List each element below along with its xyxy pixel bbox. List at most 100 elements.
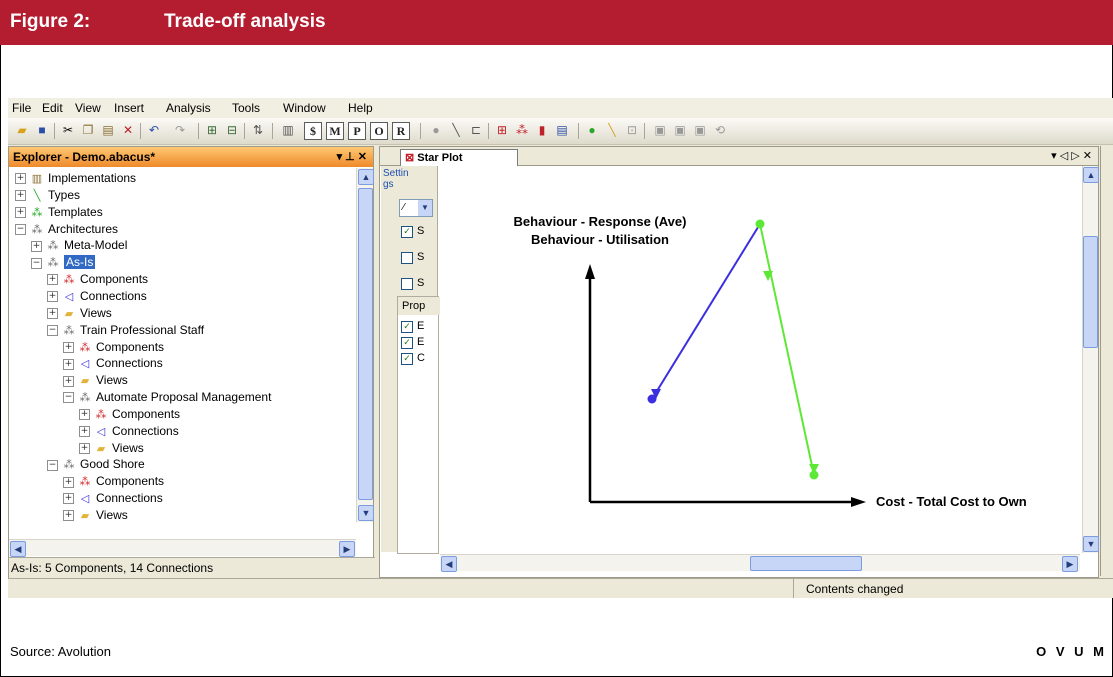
sort-icon[interactable]: ⇅ [250,122,266,138]
bar-chart-icon[interactable]: ▮ [534,122,550,138]
tree-item[interactable]: − ⁂ Train Professional Staff [47,322,204,339]
tree-item[interactable]: + ▰ Views [63,372,128,389]
expand-icon[interactable]: + [79,409,90,421]
menu-view[interactable]: View [75,101,101,115]
tree-item[interactable]: + ▰ Views [47,305,112,322]
scroll-up-icon[interactable]: ▲ [1083,167,1099,183]
property-icon[interactable]: ⊏ [468,122,484,138]
letter-button-r[interactable]: R [392,122,410,140]
tree-item[interactable]: + ◁ Connections [63,490,163,507]
menu-help[interactable]: Help [348,101,373,115]
expand-icon[interactable]: + [63,341,74,353]
redo-icon[interactable]: ↷ [172,122,188,138]
expand-icon[interactable]: + [63,375,74,387]
delete-icon[interactable]: ✕ [120,122,136,138]
menu-file[interactable]: File [12,101,31,115]
scroll-up-icon[interactable]: ▲ [358,169,374,185]
copy-icon[interactable]: ❐ [80,122,96,138]
line-tool-icon[interactable]: ╲ [448,122,464,138]
cut-icon[interactable]: ✂ [60,122,76,138]
graph-icon[interactable]: ⁂ [514,122,530,138]
plot-horizontal-scrollbar[interactable]: ◀ ▶ [440,554,1080,572]
report-icon[interactable]: ▥ [280,122,296,138]
scroll-thumb[interactable] [358,188,373,500]
document-window-controls[interactable]: ▾ ◁ ▷ ✕ [1051,149,1092,162]
tree-item[interactable]: + ╲ Types [15,187,80,204]
scroll-left-icon[interactable]: ◀ [10,541,26,557]
tab-star-plot[interactable]: ⊠ Star Plot [400,149,518,166]
series-checkbox[interactable]: ✓ [401,226,413,238]
tree-item[interactable]: − ⁂ Automate Proposal Management [63,389,271,406]
expand-icon[interactable]: + [31,240,42,252]
open-icon[interactable]: ▰ [14,122,30,138]
scroll-down-icon[interactable]: ▼ [1083,536,1099,552]
menu-tools[interactable]: Tools [232,101,260,115]
menu-window[interactable]: Window [283,101,326,115]
tool-c-icon[interactable]: ▣ [692,122,708,138]
layout-icon[interactable]: ⊞ [204,122,220,138]
collapse-icon[interactable]: − [31,257,42,269]
expand-icon[interactable]: + [63,476,74,488]
letter-button-p[interactable]: P [348,122,366,140]
lock-icon[interactable]: ⊡ [624,122,640,138]
explorer-window-controls[interactable]: ▾ ⊥ ✕ [337,147,367,167]
tree-item[interactable]: + ▰ Views [63,507,128,522]
letter-button-o[interactable]: O [370,122,388,140]
tree-item[interactable]: + ◁ Connections [63,355,163,372]
scroll-thumb[interactable] [750,556,862,571]
tree-item[interactable]: − ⁂ As-Is [31,254,96,271]
collapse-icon[interactable]: − [63,392,74,404]
tree-item[interactable]: − ⁂ Good Shore [47,456,145,473]
series-checkbox[interactable] [401,278,413,290]
network-icon[interactable]: ⊞ [494,122,510,138]
collapse-icon[interactable]: − [47,459,58,471]
menu-analysis[interactable]: Analysis [166,101,211,115]
expand-icon[interactable]: + [63,358,74,370]
tool-b-icon[interactable]: ▣ [672,122,688,138]
expand-icon[interactable]: + [79,426,90,438]
collapse-icon[interactable]: − [47,324,58,336]
draw-line-icon[interactable]: ╲ [604,122,620,138]
tree-item[interactable]: + ⁂ Components [63,339,164,356]
scroll-right-icon[interactable]: ▶ [1062,556,1078,572]
paste-icon[interactable]: ▤ [100,122,116,138]
expand-icon[interactable]: + [47,308,58,320]
tree-item[interactable]: + ⁂ Templates [15,204,103,221]
expand-icon[interactable]: + [79,442,90,454]
tree-item[interactable]: + ▰ Views [79,440,144,457]
tree-item[interactable]: + ◁ Connections [47,288,147,305]
property-checkbox[interactable]: ✓ [401,353,413,365]
scroll-down-icon[interactable]: ▼ [358,505,374,521]
expand-icon[interactable]: + [15,207,26,219]
point-tool-icon[interactable]: ● [428,122,444,138]
property-checkbox[interactable]: ✓ [401,337,413,349]
explorer-horizontal-scrollbar[interactable]: ◀ ▶ [9,539,356,557]
tree-item[interactable]: + ◁ Connections [79,423,179,440]
expand-icon[interactable]: + [47,274,58,286]
save-icon[interactable]: ■ [34,122,50,138]
expand-icon[interactable]: + [63,493,74,505]
arrange-icon[interactable]: ⊟ [224,122,240,138]
scroll-left-icon[interactable]: ◀ [441,556,457,572]
settings-dropdown[interactable]: ⁄ ▼ [399,199,433,217]
tree-item[interactable]: − ⁂ Architectures [15,221,118,238]
explorer-vertical-scrollbar[interactable]: ▲ ▼ [356,168,374,522]
expand-icon[interactable]: + [15,190,26,202]
property-checkbox[interactable]: ✓ [401,321,413,333]
chevron-down-icon[interactable]: ▼ [418,200,432,216]
tree-item[interactable]: + ⁂ Components [63,473,164,490]
series-checkbox[interactable] [401,252,413,264]
expand-icon[interactable]: + [47,291,58,303]
collapse-icon[interactable]: − [15,223,26,235]
menu-insert[interactable]: Insert [114,101,144,115]
plot-vertical-scrollbar[interactable]: ▲ ▼ [1082,166,1099,553]
tool-a-icon[interactable]: ▣ [652,122,668,138]
connect-dot-icon[interactable]: ● [584,122,600,138]
document-icon[interactable]: ▤ [554,122,570,138]
expand-icon[interactable]: + [15,173,26,185]
scroll-right-icon[interactable]: ▶ [339,541,355,557]
tree-item[interactable]: + ⁂ Components [79,406,180,423]
tree-item[interactable]: + ▥ Implementations [15,170,136,187]
tree-item[interactable]: + ⁂ Components [47,271,148,288]
expand-icon[interactable]: + [63,510,74,522]
